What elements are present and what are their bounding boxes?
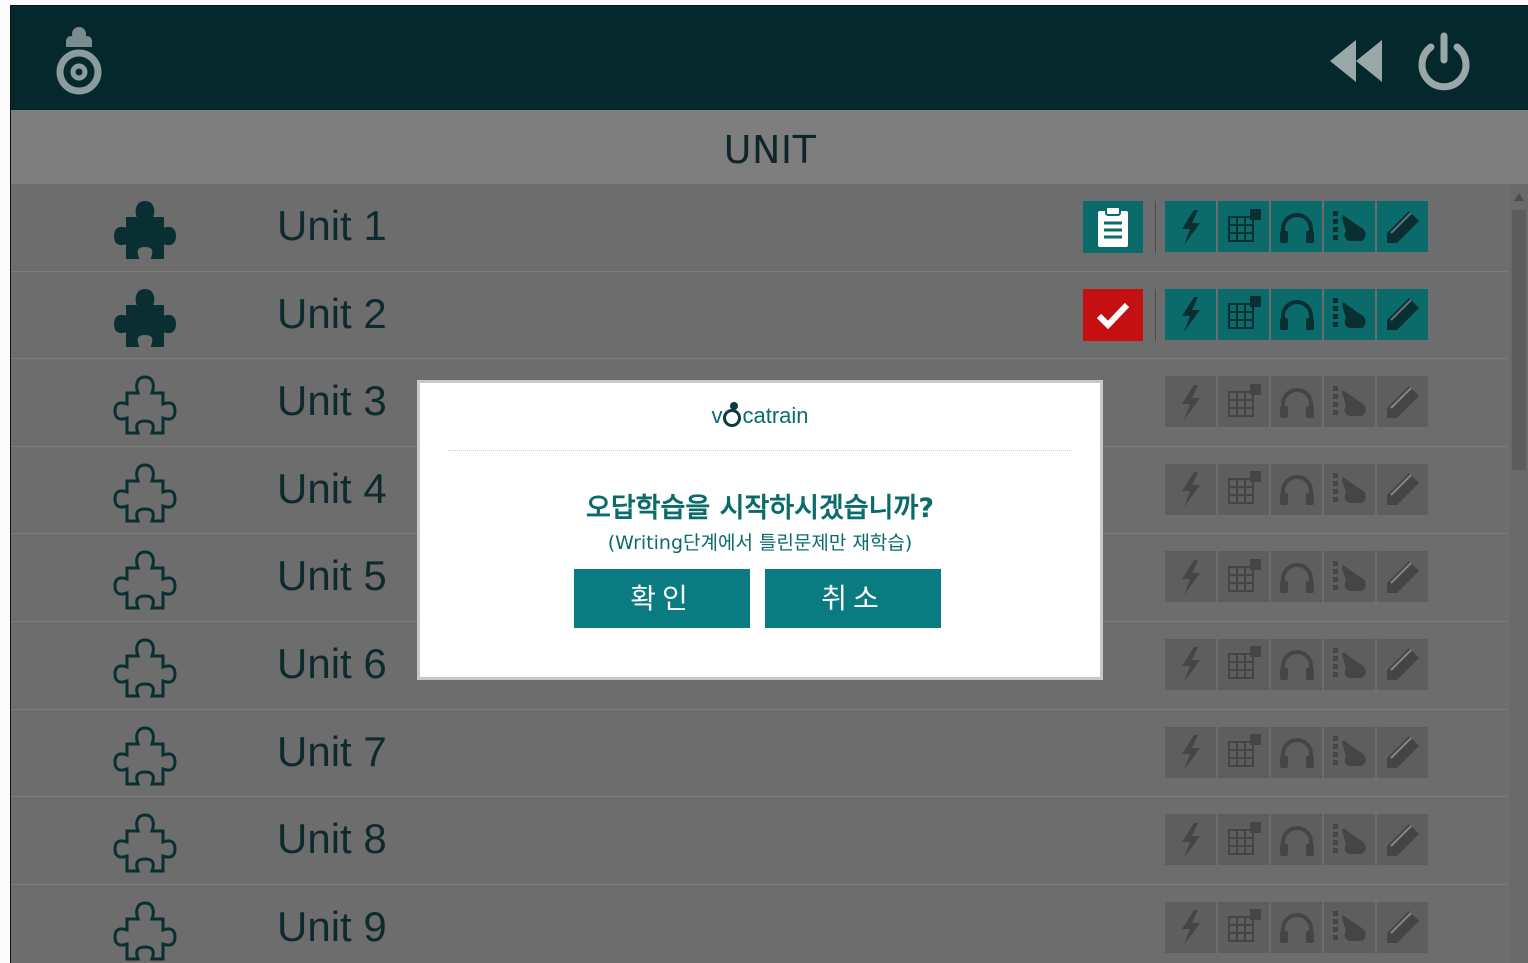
confirm-button[interactable]: 확인 xyxy=(574,569,750,628)
dialog-divider xyxy=(448,450,1072,451)
review-dialog: v catrain 오답학습을 시작하시겠습니까? (Writing단계에서 틀린… xyxy=(417,380,1103,680)
brand-post: catrain xyxy=(742,403,809,428)
dialog-question: 오답학습을 시작하시겠습니까? xyxy=(586,493,934,524)
brand-pre: v xyxy=(711,403,723,428)
cancel-button[interactable]: 취소 xyxy=(765,569,941,628)
modal-overlay: v catrain 오답학습을 시작하시겠습니까? (Writing단계에서 틀린… xyxy=(0,0,1528,962)
brand-o-icon xyxy=(723,402,742,427)
vocatrain-brand-logo: v catrain xyxy=(420,402,1100,429)
dialog-note: (Writing단계에서 틀린문제만 재학습) xyxy=(607,532,913,554)
